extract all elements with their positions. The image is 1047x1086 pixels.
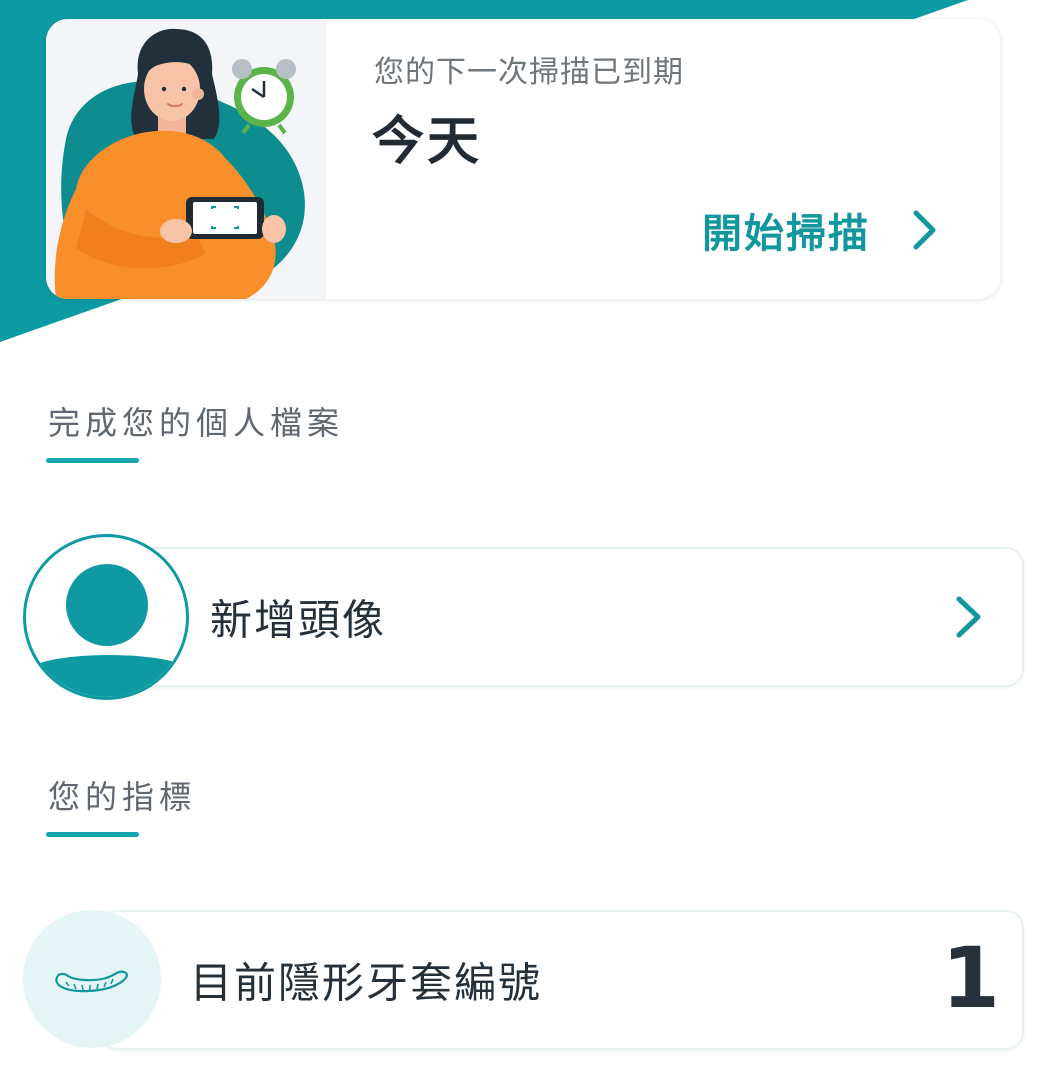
user-silhouette-icon <box>66 564 148 646</box>
scan-due-subtitle: 您的下一次掃描已到期 <box>374 55 684 90</box>
add-avatar-label: 新增頭像 <box>210 595 387 645</box>
chevron-right-icon <box>913 210 936 250</box>
scan-illustration <box>46 19 326 299</box>
aligner-tray-icon <box>55 970 128 993</box>
profile-section-heading: 完成您的個人檔案 <box>48 404 345 442</box>
scan-due-date: 今天 <box>372 112 483 172</box>
avatar-placeholder[interactable] <box>23 534 189 700</box>
scan-due-card: 您的下一次掃描已到期 今天 開始掃描 <box>46 19 1000 299</box>
add-avatar-row[interactable]: 新增頭像 <box>100 547 1024 687</box>
profile-section-underline <box>46 458 139 463</box>
aligner-icon-badge <box>23 910 161 1048</box>
current-aligner-value: 1 <box>941 929 1000 1028</box>
chevron-right-icon <box>956 596 981 638</box>
start-scan-button[interactable]: 開始掃描 <box>702 201 938 259</box>
start-scan-label: 開始掃描 <box>702 211 870 257</box>
metrics-section-underline <box>46 832 139 837</box>
current-aligner-label: 目前隱形牙套編號 <box>190 958 543 1008</box>
current-aligner-row[interactable]: 目前隱形牙套編號 1 <box>100 910 1024 1050</box>
metrics-section-heading: 您的指標 <box>48 778 197 816</box>
